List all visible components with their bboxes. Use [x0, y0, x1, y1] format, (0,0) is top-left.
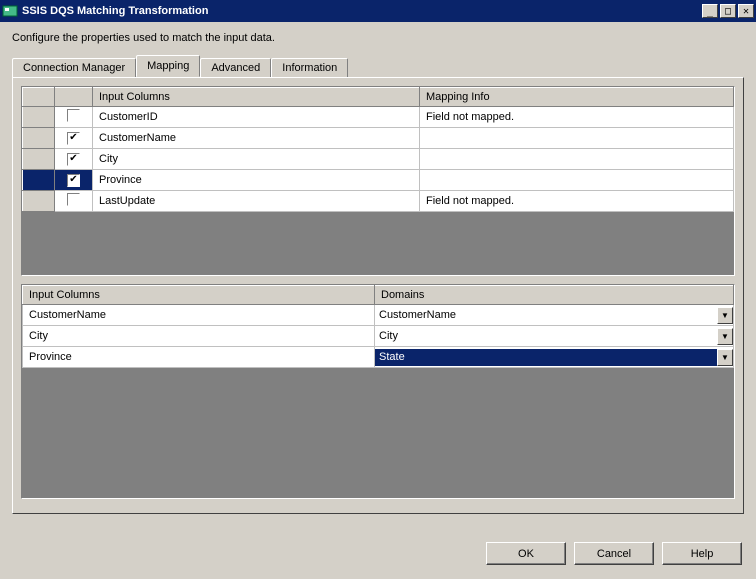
domain-mapping-grid: Input Columns Domains CustomerName Custo… [21, 284, 735, 499]
row-selector[interactable] [23, 128, 55, 149]
grid-row[interactable]: CustomerID Field not mapped. [23, 107, 734, 128]
grid-row[interactable]: Province State ▼ [23, 347, 734, 368]
row-selector[interactable] [23, 191, 55, 212]
input-column-cell[interactable]: City [93, 149, 420, 170]
grid-row[interactable]: City City ▼ [23, 326, 734, 347]
grid-row[interactable]: LastUpdate Field not mapped. [23, 191, 734, 212]
grid-row[interactable]: ✔ CustomerName [23, 128, 734, 149]
mapping-info-cell [420, 128, 734, 149]
checkbox-icon[interactable]: ✔ [67, 132, 80, 145]
domain-cell[interactable]: CustomerName ▼ [375, 305, 734, 326]
input-column-cell[interactable]: City [23, 326, 375, 347]
input-column-cell[interactable]: LastUpdate [93, 191, 420, 212]
mapping-info-header[interactable]: Mapping Info [420, 88, 734, 107]
grid-row[interactable]: ✔ Province [23, 170, 734, 191]
tab-connection-manager[interactable]: Connection Manager [12, 58, 136, 77]
checkbox-cell[interactable]: ✔ [55, 128, 93, 149]
input-column-cell[interactable]: Province [93, 170, 420, 191]
checkbox-icon[interactable] [67, 109, 80, 122]
tab-advanced[interactable]: Advanced [200, 58, 271, 77]
minimize-button[interactable]: _ [702, 4, 718, 18]
tab-information[interactable]: Information [271, 58, 348, 77]
mapping-info-cell: Field not mapped. [420, 191, 734, 212]
chevron-down-icon[interactable]: ▼ [717, 349, 733, 366]
mapping-info-cell [420, 170, 734, 191]
help-button[interactable]: Help [662, 542, 742, 565]
app-icon [2, 3, 18, 19]
checkbox-icon[interactable]: ✔ [67, 153, 80, 166]
cancel-button[interactable]: Cancel [574, 542, 654, 565]
tab-mapping[interactable]: Mapping [136, 55, 200, 77]
grid-row[interactable]: ✔ City [23, 149, 734, 170]
input-column-cell[interactable]: CustomerName [23, 305, 375, 326]
input-column-cell[interactable]: Province [23, 347, 375, 368]
checkbox-cell[interactable] [55, 107, 93, 128]
checkbox-icon[interactable] [67, 193, 80, 206]
checkbox-cell[interactable]: ✔ [55, 170, 93, 191]
input-columns-grid: Input Columns Mapping Info CustomerID Fi… [21, 86, 735, 276]
title-bar: SSIS DQS Matching Transformation _ □ ✕ [0, 0, 756, 22]
domains-header[interactable]: Domains [375, 286, 734, 305]
dialog-description: Configure the properties used to match t… [12, 32, 744, 44]
row-selector[interactable] [23, 107, 55, 128]
input-column-cell[interactable]: CustomerID [93, 107, 420, 128]
window-title: SSIS DQS Matching Transformation [22, 5, 700, 17]
checkbox-cell[interactable] [55, 191, 93, 212]
row-selector[interactable] [23, 149, 55, 170]
input-column-cell[interactable]: CustomerName [93, 128, 420, 149]
row-header-blank [23, 88, 55, 107]
checkbox-cell[interactable]: ✔ [55, 149, 93, 170]
tab-strip: Connection Manager Mapping Advanced Info… [12, 56, 744, 77]
domain-dropdown[interactable]: State ▼ [375, 349, 733, 366]
input-columns-header[interactable]: Input Columns [93, 88, 420, 107]
mapping-info-cell [420, 149, 734, 170]
domain-cell[interactable]: City ▼ [375, 326, 734, 347]
domain-dropdown[interactable]: City ▼ [375, 328, 733, 345]
ok-button[interactable]: OK [486, 542, 566, 565]
domain-value: City [375, 330, 717, 342]
chevron-down-icon[interactable]: ▼ [717, 328, 733, 345]
tab-panel-mapping: Input Columns Mapping Info CustomerID Fi… [12, 77, 744, 514]
chevron-down-icon[interactable]: ▼ [717, 307, 733, 324]
dialog-buttons: OK Cancel Help [486, 542, 742, 565]
grid-row[interactable]: CustomerName CustomerName ▼ [23, 305, 734, 326]
domain-dropdown[interactable]: CustomerName ▼ [375, 307, 733, 324]
maximize-button[interactable]: □ [720, 4, 736, 18]
close-button[interactable]: ✕ [738, 4, 754, 18]
mapping-info-cell: Field not mapped. [420, 107, 734, 128]
input-columns-header-2[interactable]: Input Columns [23, 286, 375, 305]
checkbox-column-header [55, 88, 93, 107]
domain-value: CustomerName [375, 309, 717, 321]
domain-cell[interactable]: State ▼ [375, 347, 734, 368]
checkbox-icon[interactable]: ✔ [67, 174, 80, 187]
domain-value: State [375, 351, 717, 363]
row-selector[interactable] [23, 170, 55, 191]
